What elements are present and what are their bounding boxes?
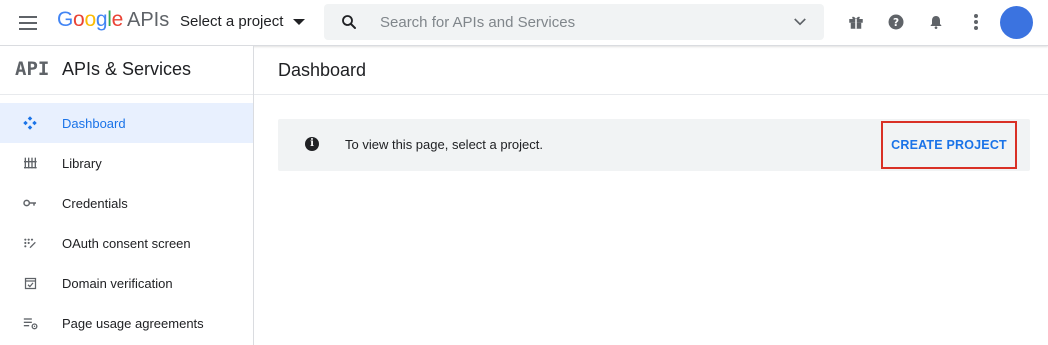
sidebar-item-label: Page usage agreements xyxy=(62,315,204,331)
domain-verification-icon xyxy=(20,273,40,293)
more-vert-icon[interactable] xyxy=(965,11,987,33)
svg-text:?: ? xyxy=(893,17,899,29)
project-selector[interactable]: Select a project xyxy=(180,13,306,30)
help-icon-glyph: ? xyxy=(888,14,904,30)
logo-product-name: APIs xyxy=(126,9,170,31)
library-icon xyxy=(20,153,40,173)
info-icon: i xyxy=(305,137,319,151)
dots-icon-glyph xyxy=(974,14,978,30)
caret-down-icon xyxy=(293,19,306,25)
avatar[interactable] xyxy=(1000,6,1033,39)
sidebar-header: API APIs & Services xyxy=(0,46,253,94)
sidebar-nav: Dashboard Library Credentials OAuth cons… xyxy=(0,103,253,343)
divider xyxy=(254,94,1048,95)
sidebar-item-dashboard[interactable]: Dashboard xyxy=(0,103,253,143)
sidebar-item-domain-verification[interactable]: Domain verification xyxy=(0,263,253,303)
dashboard-icon xyxy=(20,113,40,133)
api-logo-icon: API xyxy=(15,58,50,80)
project-selector-label: Select a project xyxy=(180,13,284,30)
sidebar-item-label: Domain verification xyxy=(62,275,173,291)
main-content: Dashboard i To view this page, select a … xyxy=(254,46,1048,345)
top-app-bar: Google APIs Select a project ? xyxy=(0,0,1048,46)
search-icon xyxy=(342,15,356,29)
search-bar[interactable] xyxy=(324,4,824,40)
gift-icon[interactable] xyxy=(845,11,867,33)
gift-icon-glyph xyxy=(849,16,863,29)
settings-list-icon xyxy=(20,313,40,333)
divider xyxy=(0,94,253,95)
info-banner: i To view this page, select a project. C… xyxy=(278,119,1030,171)
sidebar-item-label: Credentials xyxy=(62,195,128,211)
notifications-icon[interactable] xyxy=(925,11,947,33)
create-project-button[interactable]: CREATE PROJECT xyxy=(881,121,1017,169)
bell-icon-glyph xyxy=(930,16,942,29)
oauth-consent-icon xyxy=(20,233,40,253)
sidebar-item-oauth-consent-screen[interactable]: OAuth consent screen xyxy=(0,223,253,263)
key-icon xyxy=(20,193,40,213)
sidebar-item-label: Dashboard xyxy=(62,115,126,131)
sidebar-item-label: Library xyxy=(62,155,102,171)
logo-google-word: Google xyxy=(57,8,123,31)
chevron-down-icon[interactable] xyxy=(790,13,810,31)
sidebar: API APIs & Services Dashboard Library Cr… xyxy=(0,46,254,345)
sidebar-item-credentials[interactable]: Credentials xyxy=(0,183,253,223)
google-apis-logo[interactable]: Google APIs xyxy=(57,8,169,36)
sidebar-item-page-usage-agreements[interactable]: Page usage agreements xyxy=(0,303,253,343)
menu-icon[interactable] xyxy=(16,12,40,34)
search-input[interactable] xyxy=(380,4,780,40)
sidebar-item-library[interactable]: Library xyxy=(0,143,253,183)
sidebar-title: APIs & Services xyxy=(62,59,192,79)
help-icon[interactable]: ? xyxy=(885,11,907,33)
page-title: Dashboard xyxy=(278,60,367,80)
banner-message: To view this page, select a project. xyxy=(345,137,543,152)
sidebar-item-label: OAuth consent screen xyxy=(62,235,191,251)
